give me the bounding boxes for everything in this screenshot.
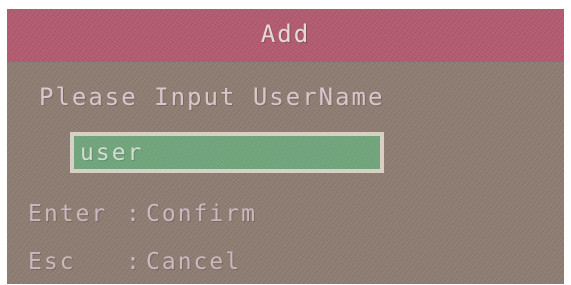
enter-hint-separator: : [126, 201, 142, 227]
confirm-action-label: Confirm [146, 201, 257, 227]
username-input-value: user [80, 139, 144, 166]
cancel-action-label: Cancel [146, 249, 242, 275]
username-prompt-label: Please Input UserName [39, 83, 385, 111]
esc-hint-separator: : [126, 249, 142, 275]
dialog-titlebar: Add [7, 9, 564, 62]
enter-key-label: Enter [28, 201, 108, 227]
esc-key-label: Esc [28, 249, 76, 275]
dialog-title: Add [260, 19, 311, 48]
username-input[interactable]: user [70, 132, 384, 173]
add-user-dialog: Add Please Input UserName user Enter: Con… [7, 9, 564, 284]
esc-cancel-hint: Esc: Cancel [28, 249, 241, 275]
enter-confirm-hint: Enter: Confirm [28, 201, 257, 227]
